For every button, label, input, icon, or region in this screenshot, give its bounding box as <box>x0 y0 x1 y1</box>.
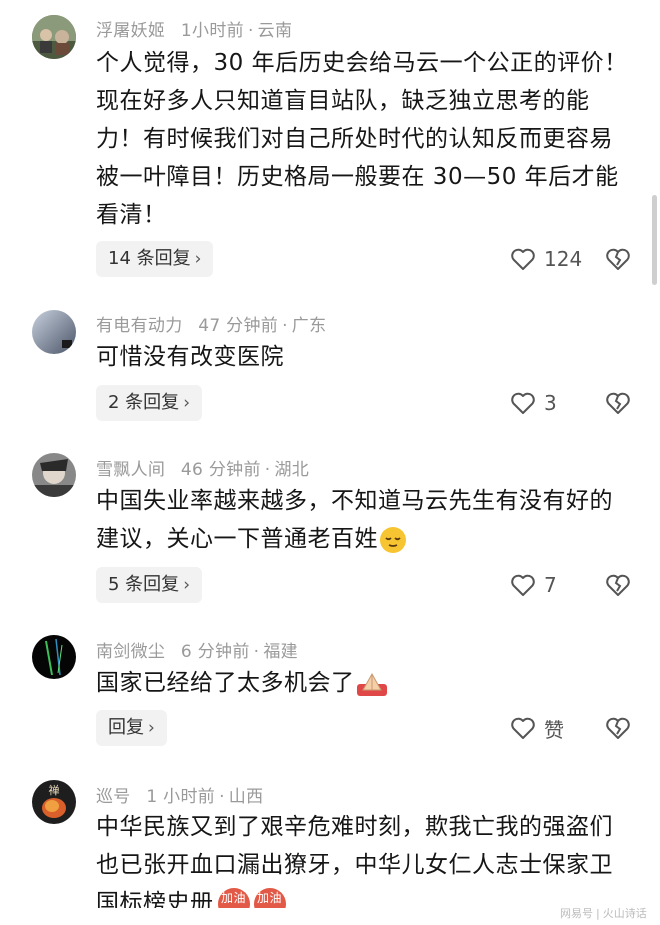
comment-text-content: 中华民族又到了艰辛危难时刻，欺我亡我的强盗们也已张开血口漏出獠牙，中华儿女仁人志… <box>96 814 613 908</box>
praying-hands-emoji-icon <box>356 672 387 696</box>
chevron-right-icon: › <box>194 249 202 269</box>
avatar-image: 禅 <box>32 780 76 824</box>
username[interactable]: 雪飘人间 <box>96 460 165 480</box>
comment-text-content: 国家已经给了太多机会了 <box>96 670 355 696</box>
like-button[interactable]: 赞 <box>510 710 564 746</box>
relieved-face-emoji-icon <box>380 526 406 553</box>
view-replies-button[interactable]: 2 条回复 › <box>96 385 202 421</box>
avatar-image <box>32 15 76 59</box>
avatar-image <box>32 635 76 679</box>
heart-icon <box>511 248 535 270</box>
avatar[interactable] <box>32 310 76 354</box>
comment-text: 中国失业率越来越多，不知道马云先生有没有好的建议，关心一下普通老百姓 <box>96 482 631 558</box>
watermark-source: 网易号 <box>560 907 593 920</box>
comment-text-content: 中国失业率越来越多，不知道马云先生有没有好的建议，关心一下普通老百姓 <box>96 488 613 552</box>
comment-meta: 南剑微尘 6 分钟前 · 福建 <box>96 642 298 662</box>
comment-meta: 巡号 1 小时前 · 山西 <box>96 787 264 807</box>
view-replies-button[interactable]: 5 条回复 › <box>96 567 202 603</box>
like-label: 赞 <box>544 717 564 742</box>
broken-heart-icon[interactable] <box>605 715 631 741</box>
view-replies-button[interactable]: 14 条回复 › <box>96 241 214 277</box>
broken-heart-icon[interactable] <box>605 246 631 272</box>
avatar-image <box>32 310 76 354</box>
scrollbar[interactable] <box>652 195 657 285</box>
username[interactable]: 巡号 <box>96 787 131 807</box>
like-button[interactable]: 124 <box>510 241 582 277</box>
like-button[interactable]: 3 <box>510 385 557 421</box>
like-count: 7 <box>544 573 557 597</box>
location: 福建 <box>263 642 298 662</box>
timestamp: 46 分钟前 <box>180 460 261 480</box>
reply-count-label: 2 条回复 <box>108 392 180 413</box>
watermark-author: 火山诗话 <box>602 907 647 920</box>
heart-icon <box>511 574 535 596</box>
avatar[interactable] <box>32 15 76 59</box>
location: 广东 <box>291 316 327 336</box>
cheer-badge-emoji: 加油 <box>217 887 250 908</box>
avatar-glyph: 禅 <box>49 783 60 797</box>
comment-text: 中华民族又到了艰辛危难时刻，欺我亡我的强盗们也已张开血口漏出獠牙，中华儿女仁人志… <box>96 808 631 908</box>
reply-button[interactable]: 回复 › <box>96 710 167 746</box>
comment-meta: 雪飘人间 46 分钟前 · 湖北 <box>96 460 310 480</box>
reply-count-label: 5 条回复 <box>108 574 180 595</box>
comment-meta: 浮屠妖姬 1小时前 · 云南 <box>96 21 293 41</box>
location: 山西 <box>228 787 264 807</box>
comment-text: 国家已经给了太多机会了 <box>96 664 631 702</box>
cheer-badge-emoji: 加油 <box>253 887 286 908</box>
location: 云南 <box>257 21 293 41</box>
chevron-right-icon: › <box>183 393 190 413</box>
like-button[interactable]: 7 <box>510 567 557 603</box>
comment-text: 可惜没有改变医院 <box>96 344 284 370</box>
like-count: 124 <box>544 247 583 271</box>
timestamp: 1 小时前 <box>146 787 216 807</box>
timestamp: 47 分钟前 <box>198 316 279 336</box>
heart-icon <box>511 392 535 414</box>
username[interactable]: 南剑微尘 <box>96 642 165 662</box>
chevron-right-icon: › <box>148 718 155 738</box>
broken-heart-icon[interactable] <box>605 390 631 416</box>
timestamp: 6 分钟前 <box>180 642 250 662</box>
reply-count-label: 14 条回复 <box>108 248 191 269</box>
reply-label: 回复 <box>108 717 144 738</box>
timestamp: 1小时前 <box>180 21 244 41</box>
comment-text: 个人觉得，30 年后历史会给马云一个公正的评价！现在好多人只知道盲目站队，缺乏独… <box>96 50 628 228</box>
like-count: 3 <box>544 391 557 415</box>
avatar[interactable] <box>32 635 76 679</box>
broken-heart-icon[interactable] <box>605 572 631 598</box>
comment-meta: 有电有动力 47 分钟前 · 广东 <box>96 316 327 336</box>
username[interactable]: 浮屠妖姬 <box>96 21 165 41</box>
avatar[interactable] <box>32 453 76 497</box>
chevron-right-icon: › <box>183 575 190 595</box>
avatar-image <box>32 453 76 497</box>
watermark: 网易号 | 火山诗话 <box>560 907 647 920</box>
avatar[interactable]: 禅 <box>32 780 76 824</box>
username[interactable]: 有电有动力 <box>96 316 183 336</box>
heart-icon <box>511 717 535 739</box>
location: 湖北 <box>274 460 310 480</box>
